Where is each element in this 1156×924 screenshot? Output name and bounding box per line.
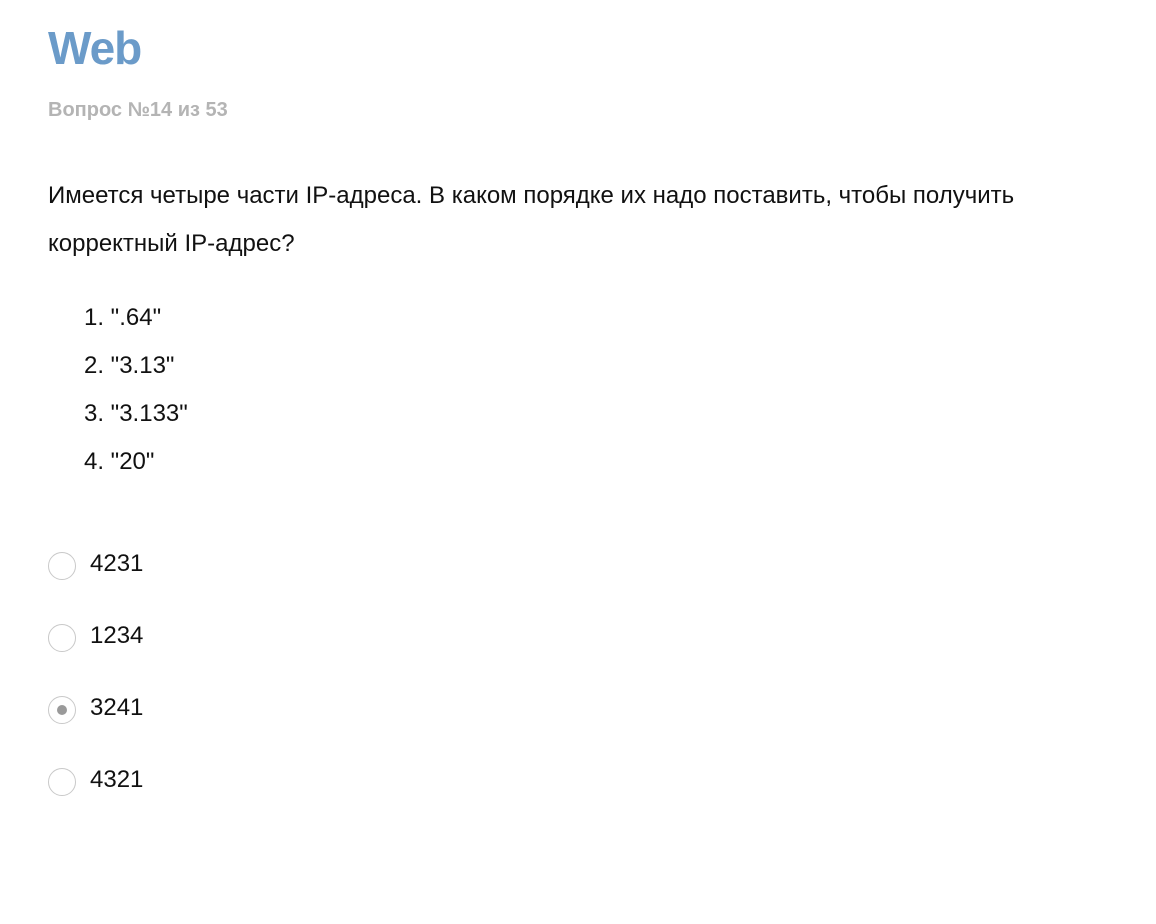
radio-button[interactable] [48,768,76,796]
list-item: 2. "3.13" [84,352,175,379]
question-text: Имеется четыре части IP-адреса. В каком … [48,182,1015,257]
ip-parts-list: 1. ".64" 2. "3.13" 3. "3.133" 4. "20" [84,294,188,486]
list-item: 4. "20" [84,448,155,475]
answer-option-2[interactable]: 1234 [48,616,648,688]
radio-button[interactable] [48,552,76,580]
site-title[interactable]: Web [48,22,142,74]
radio-button[interactable] [48,696,76,724]
answer-label[interactable]: 4321 [90,764,143,796]
answer-option-3[interactable]: 3241 [48,688,648,760]
answer-label[interactable]: 4231 [90,548,143,580]
radio-button[interactable] [48,624,76,652]
answer-label[interactable]: 1234 [90,620,143,652]
question-counter: Вопрос №14 из 53 [48,99,228,121]
answer-option-1[interactable]: 4231 [48,544,648,616]
answer-label[interactable]: 3241 [90,692,143,724]
answer-option-4[interactable]: 4321 [48,760,648,832]
answer-options: 4231 1234 3241 4321 [48,544,648,832]
list-item: 3. "3.133" [84,400,188,427]
list-item: 1. ".64" [84,304,162,331]
